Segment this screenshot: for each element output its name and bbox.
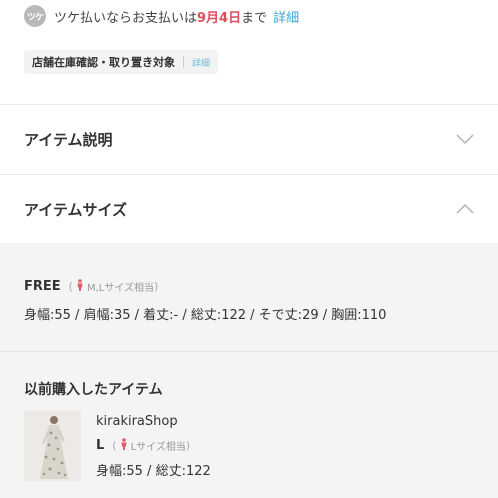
purchased-size-equivalent-label: Lサイズ相当 — [130, 442, 186, 453]
purchased-size-name: L — [96, 438, 105, 453]
tsuke-text-before: ツケ払いならお支払いは — [54, 10, 198, 26]
chevron-down-icon — [456, 130, 474, 148]
tsuke-due-date: 9月4日 — [197, 10, 242, 26]
item-description-title: アイテム説明 — [24, 130, 113, 149]
purchased-size-equivalent: ( Lサイズ相当 ) — [112, 438, 191, 453]
purchased-item-thumbnail[interactable] — [24, 411, 81, 481]
tsuke-text-after: まで — [241, 10, 268, 26]
person-icon — [120, 438, 128, 453]
purchased-items-title: 以前購入したアイテム — [24, 382, 163, 398]
purchased-measurements: 身幅:55 / 総丈:122 — [96, 464, 211, 479]
size-name: FREE — [24, 279, 61, 294]
tsuke-logo-icon: ツケ — [24, 5, 46, 27]
size-heading: FREE ( M,Lサイズ相当 ) — [24, 279, 158, 294]
size-equivalent-label: M,Lサイズ相当 — [86, 283, 155, 294]
panel-divider — [0, 351, 498, 352]
item-description-accordion[interactable]: アイテム説明 — [0, 105, 498, 173]
item-size-title: アイテムサイズ — [24, 200, 128, 219]
size-measurements: 身幅:55 / 肩幅:35 / 着丈:- / 総丈:122 / そで丈:29 /… — [24, 308, 387, 323]
store-stock-detail-link[interactable]: 詳細 — [192, 56, 210, 69]
tsuke-detail-link[interactable]: 詳細 — [273, 7, 299, 26]
item-size-accordion[interactable]: アイテムサイズ — [0, 175, 498, 243]
size-equivalent: ( M,Lサイズ相当 ) — [68, 279, 159, 294]
purchased-shop-name[interactable]: kirakiraShop — [96, 414, 178, 429]
person-icon — [76, 279, 84, 294]
store-stock-label: 店舗在庫確認・取り置き対象 — [32, 56, 175, 69]
chip-divider — [183, 56, 184, 68]
chevron-up-icon — [456, 200, 474, 218]
store-stock-chip[interactable]: 店舗在庫確認・取り置き対象 詳細 — [24, 50, 219, 74]
tsuke-payment-row: ツケ ツケ払いならお支払いは 9月4日 まで 詳細 — [24, 3, 299, 29]
purchased-size-heading: L ( Lサイズ相当 ) — [96, 438, 190, 453]
